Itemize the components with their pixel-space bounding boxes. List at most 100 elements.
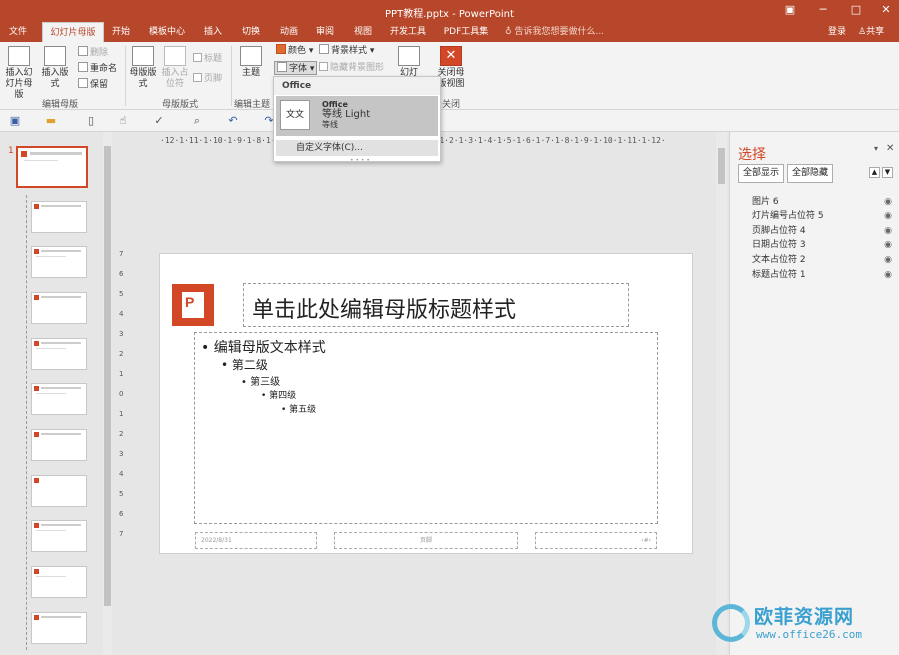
title-checkbox[interactable]: 标题 bbox=[193, 52, 222, 66]
tab-developer[interactable]: 开发工具 bbox=[385, 22, 431, 42]
body-level-3: • 第三级 bbox=[241, 377, 281, 388]
fonts-button[interactable]: 字体 ▾ bbox=[274, 61, 318, 75]
footer-placeholder[interactable]: 页脚 bbox=[334, 532, 518, 549]
thumbnail-scrollbar[interactable] bbox=[103, 132, 112, 655]
footer-checkbox[interactable]: 页脚 bbox=[193, 72, 222, 86]
ruler-tick: 6 bbox=[119, 270, 124, 278]
hide-all-button[interactable]: 全部隐藏 bbox=[787, 164, 833, 183]
layout-thumbnail[interactable] bbox=[31, 475, 87, 507]
save-icon[interactable]: ▣ bbox=[8, 114, 22, 128]
pane-options-icon[interactable]: ▾ bbox=[874, 144, 878, 153]
print-preview-icon[interactable]: ⌕ bbox=[190, 114, 204, 128]
master-layout-button[interactable]: 母版版式 bbox=[128, 46, 158, 90]
tab-slide-master[interactable]: 幻灯片母版 bbox=[42, 22, 104, 42]
maximize-icon[interactable]: □ bbox=[848, 3, 864, 17]
rename-button[interactable]: 重命名 bbox=[78, 62, 117, 76]
person-icon: ♙ bbox=[858, 27, 867, 37]
resize-grip-icon[interactable]: • • • • bbox=[350, 157, 370, 164]
text-placeholder[interactable]: • 编辑母版文本样式 • 第二级 • 第三级 • 第四级 • 第五级 bbox=[194, 332, 658, 524]
group-edit-theme-label: 编辑主题 bbox=[233, 100, 270, 110]
undo-icon[interactable]: ↶ bbox=[226, 114, 240, 128]
layout-thumbnail[interactable] bbox=[31, 201, 87, 233]
open-icon[interactable]: ▬ bbox=[44, 114, 58, 128]
selection-item[interactable]: 图片 6 ◉ bbox=[752, 195, 892, 209]
slide-number-placeholder[interactable]: ‹#› bbox=[535, 532, 657, 549]
tab-file[interactable]: 文件 bbox=[0, 22, 36, 42]
preserve-label: 保留 bbox=[90, 80, 109, 90]
close-icon[interactable]: ✕ bbox=[878, 3, 894, 17]
bring-forward-icon[interactable]: ▲ bbox=[869, 167, 880, 178]
layout-thumbnail[interactable] bbox=[31, 292, 87, 324]
thumb-body-line bbox=[36, 256, 66, 257]
layout-thumbnail[interactable] bbox=[31, 246, 87, 278]
selection-item[interactable]: 日期占位符 3 ◉ bbox=[752, 238, 892, 252]
visibility-eye-icon[interactable]: ◉ bbox=[884, 224, 892, 238]
background-styles-button[interactable]: 背景样式 ▾ bbox=[319, 44, 374, 58]
send-backward-icon[interactable]: ▼ bbox=[882, 167, 893, 178]
slide-scroll-thumb[interactable] bbox=[718, 148, 725, 184]
visibility-eye-icon[interactable]: ◉ bbox=[884, 209, 892, 223]
vertical-ruler[interactable]: 7 6 5 4 3 2 1 0 1 2 3 4 5 6 7 bbox=[119, 250, 129, 550]
colors-label: 颜色 bbox=[288, 46, 307, 56]
minimize-icon[interactable]: ─ bbox=[815, 3, 831, 17]
hide-background-checkbox[interactable]: 隐藏背景图形 bbox=[319, 61, 384, 75]
thumbnail-scroll-thumb[interactable] bbox=[104, 146, 111, 606]
body-level-4-text: 第四级 bbox=[269, 391, 297, 401]
insert-placeholder-button[interactable]: 插入占位符 bbox=[158, 46, 192, 90]
layout-thumbnail[interactable] bbox=[31, 429, 87, 461]
tab-insert[interactable]: 插入 bbox=[198, 22, 228, 42]
master-thumbnail[interactable] bbox=[16, 146, 88, 188]
spelling-icon[interactable]: ✓ bbox=[152, 114, 166, 128]
tell-me-box[interactable]: ♁ 告诉我您想要做什么... bbox=[505, 22, 604, 42]
themes-icon bbox=[240, 46, 262, 66]
touch-mode-icon[interactable]: ☝ bbox=[116, 114, 130, 128]
ribbon-display-options-icon[interactable]: ▣ bbox=[782, 3, 798, 17]
visibility-eye-icon[interactable]: ◉ bbox=[884, 195, 892, 209]
ribbon-tabs: 文件 幻灯片母版 开始 模板中心 插入 切换 动画 审阅 视图 开发工具 PDF… bbox=[0, 22, 899, 42]
layout-thumbnail[interactable] bbox=[31, 383, 87, 415]
watermark-url-text: www.office26.com bbox=[756, 628, 862, 641]
preserve-button[interactable]: 保留 bbox=[78, 78, 108, 92]
layout-thumbnail[interactable] bbox=[31, 612, 87, 644]
thumb-body-line bbox=[36, 576, 66, 577]
tab-pdf-tools[interactable]: PDF工具集 bbox=[440, 22, 492, 42]
pane-close-icon[interactable]: ✕ bbox=[886, 143, 894, 154]
thumb-logo bbox=[34, 523, 39, 528]
tab-review[interactable]: 审阅 bbox=[310, 22, 340, 42]
date-placeholder[interactable]: 2022/8/31 bbox=[195, 532, 317, 549]
new-file-icon[interactable]: ▯ bbox=[84, 114, 98, 128]
themes-button[interactable]: 主题 bbox=[236, 46, 266, 79]
insert-layout-button[interactable]: 插入版式 bbox=[38, 46, 72, 90]
visibility-eye-icon[interactable]: ◉ bbox=[884, 238, 892, 252]
insert-placeholder-icon bbox=[164, 46, 186, 66]
login-link[interactable]: 登录 bbox=[828, 22, 846, 42]
tab-home[interactable]: 开始 bbox=[106, 22, 136, 42]
selection-item[interactable]: 标题占位符 1 ◉ bbox=[752, 268, 892, 282]
layout-thumbnail[interactable] bbox=[31, 520, 87, 552]
show-all-button[interactable]: 全部显示 bbox=[738, 164, 784, 183]
customize-fonts-item[interactable]: 自定义字体(C)... bbox=[276, 140, 438, 156]
tab-view[interactable]: 视图 bbox=[348, 22, 378, 42]
tab-template-center[interactable]: 模板中心 bbox=[142, 22, 192, 42]
group-master-layout-label: 母版版式 bbox=[161, 100, 198, 110]
tab-transitions[interactable]: 切换 bbox=[236, 22, 266, 42]
selection-item[interactable]: 页脚占位符 4 ◉ bbox=[752, 224, 892, 238]
tab-animations[interactable]: 动画 bbox=[274, 22, 304, 42]
visibility-eye-icon[interactable]: ◉ bbox=[884, 253, 892, 267]
share-button[interactable]: ♙共享 bbox=[858, 22, 884, 42]
layout-thumbnail[interactable] bbox=[31, 566, 87, 598]
insert-slide-master-button[interactable]: 插入幻灯片母版 bbox=[2, 46, 36, 101]
quick-access-toolbar: ▣ ▬ ▯ ☝ ✓ ⌕ ↶ ↷ bbox=[0, 110, 899, 132]
slide-scrollbar[interactable] bbox=[716, 132, 727, 655]
selection-item[interactable]: 文本占位符 2 ◉ bbox=[752, 253, 892, 267]
layout-thumbnail[interactable] bbox=[31, 338, 87, 370]
selection-item[interactable]: 灯片编号占位符 5 ◉ bbox=[752, 209, 892, 223]
font-scheme-office[interactable]: 文文 Office 等线 Light 等线 bbox=[276, 96, 438, 136]
master-layout-icon bbox=[132, 46, 154, 66]
powerpoint-logo-image[interactable]: P bbox=[172, 284, 214, 326]
title-placeholder[interactable]: 单击此处编辑母版标题样式 bbox=[243, 283, 629, 327]
colors-button[interactable]: 颜色 ▾ bbox=[276, 44, 313, 58]
visibility-eye-icon[interactable]: ◉ bbox=[884, 268, 892, 282]
delete-button[interactable]: 删除 bbox=[78, 46, 108, 60]
title-bar: PPT教程.pptx - PowerPoint ▣ ─ □ ✕ bbox=[0, 0, 899, 22]
